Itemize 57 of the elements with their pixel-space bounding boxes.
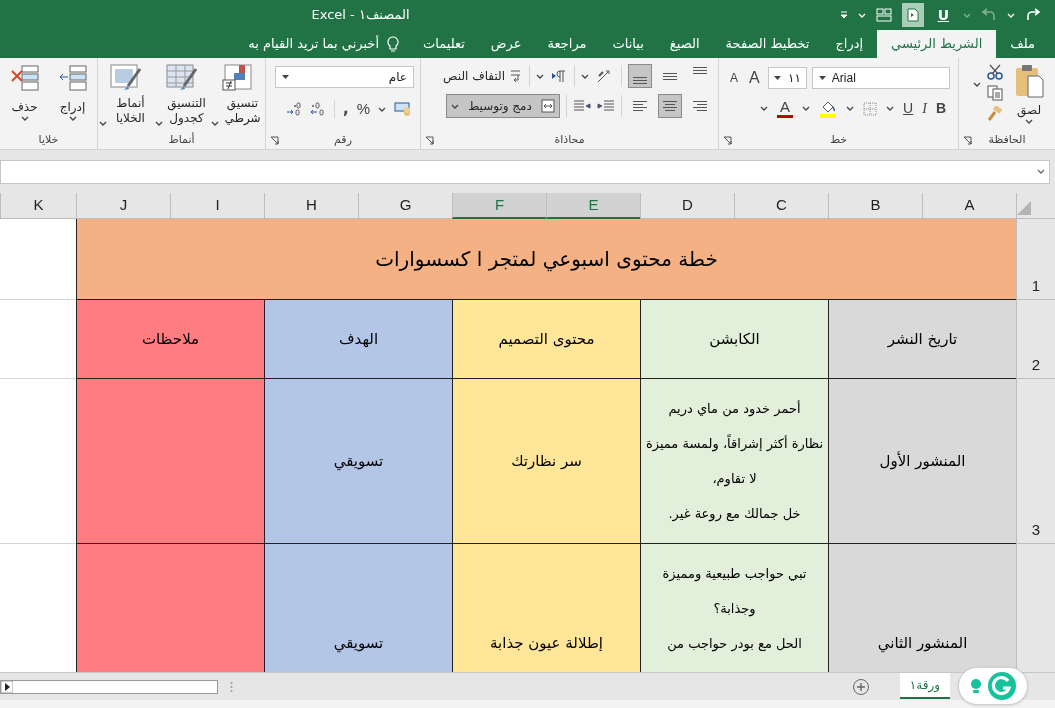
header-cell: الهدف bbox=[264, 300, 452, 379]
italic-button[interactable]: I bbox=[922, 98, 927, 119]
group-label: أنماط bbox=[168, 131, 195, 148]
sheet-tab[interactable]: ورقة١ bbox=[899, 672, 950, 699]
underline-button[interactable]: U bbox=[903, 98, 914, 119]
cell-text: تسويقي bbox=[333, 450, 384, 473]
merge-center-button[interactable]: دمج وتوسيط bbox=[446, 94, 560, 118]
row-header[interactable]: 3 bbox=[1016, 379, 1055, 544]
caption-text: أحمر خدود من ماي دريم نظارة أكثر إشراقاً، ولمسة مميزة لا تقاوم، خل جمالك مع روعة غير. bbox=[644, 399, 825, 524]
header-cell: محتوى التصميم bbox=[452, 300, 640, 379]
cells-button[interactable]: حذف bbox=[4, 64, 45, 121]
window-title: المصنف١ - Excel bbox=[311, 6, 410, 25]
grow-font-button[interactable]: A bbox=[746, 66, 763, 90]
cell-text: سر نظارتك bbox=[511, 450, 582, 472]
ribbon-tab[interactable]: إدراج bbox=[823, 30, 876, 58]
group-label: الحافظة bbox=[988, 131, 1026, 148]
ribbon-tab[interactable]: تعليمات bbox=[411, 30, 477, 58]
underline-button[interactable]: U bbox=[933, 4, 953, 26]
style-button[interactable]: تنسيق شرطي bbox=[212, 64, 263, 126]
cell-text: المنشور الأول bbox=[879, 450, 966, 472]
font-size-field[interactable]: ١١ bbox=[767, 67, 807, 89]
ribbon-tab[interactable]: ملف bbox=[998, 30, 1047, 58]
paste-button[interactable]: لصق bbox=[1009, 64, 1049, 124]
ribbon-tab[interactable]: تخطيط الصفحة bbox=[713, 30, 822, 58]
group-label: رقم bbox=[334, 131, 352, 148]
cells-button[interactable]: إدراج bbox=[52, 64, 93, 121]
number-format-field[interactable]: عام bbox=[275, 66, 414, 88]
style-button[interactable]: أنماط الخلايا bbox=[100, 64, 151, 126]
font-name-field[interactable]: Arial bbox=[811, 67, 950, 89]
ribbon-tab[interactable]: الصيغ bbox=[657, 30, 712, 58]
comma-button[interactable]: , bbox=[342, 98, 349, 121]
ribbon-tab[interactable]: عرض bbox=[478, 30, 534, 58]
header-cell: تاريخ النشر bbox=[828, 300, 1016, 379]
cell-text: تسويقي bbox=[333, 633, 384, 655]
caption-text: تبي حواجب طبيعية ومميزة وجذابة؟ الحل مع بودر حواجب من bbox=[661, 565, 808, 654]
shrink-font-button[interactable]: A bbox=[727, 69, 741, 87]
group-label: خط bbox=[829, 131, 848, 148]
group-label: محاذاة bbox=[554, 131, 585, 148]
group-label: خلايا bbox=[38, 131, 59, 148]
header-cell: ملاحظات bbox=[76, 300, 264, 379]
wrap-text-button[interactable]: التفاف النص bbox=[443, 67, 523, 85]
header-cell: الكابشن bbox=[640, 300, 828, 379]
tell-me-button[interactable]: أخبرني بما تريد القيام به bbox=[238, 30, 409, 58]
column-header[interactable]: F bbox=[452, 193, 546, 219]
cell-text: إطلالة عيون جذابة bbox=[490, 633, 603, 655]
font-color-button[interactable]: A bbox=[777, 99, 794, 118]
ribbon-tab[interactable]: بيانات bbox=[600, 30, 656, 58]
sheet-title: خطة محتوى اسبوعي لمتجر ا كسسوارات bbox=[375, 246, 718, 274]
ribbon-tab[interactable]: مراجعة bbox=[535, 30, 599, 58]
cell-text: المنشور الثاني bbox=[877, 633, 968, 655]
ribbon-tab[interactable]: الشريط الرئيسي bbox=[877, 30, 997, 58]
percent-button[interactable]: % bbox=[356, 98, 370, 121]
column-header[interactable]: E bbox=[546, 193, 640, 219]
bold-button[interactable]: B bbox=[935, 98, 946, 119]
style-button[interactable]: التنسيق كجدول bbox=[156, 64, 207, 126]
row-header[interactable]: 1 bbox=[1016, 219, 1055, 300]
row-header[interactable]: 2 bbox=[1016, 300, 1055, 379]
